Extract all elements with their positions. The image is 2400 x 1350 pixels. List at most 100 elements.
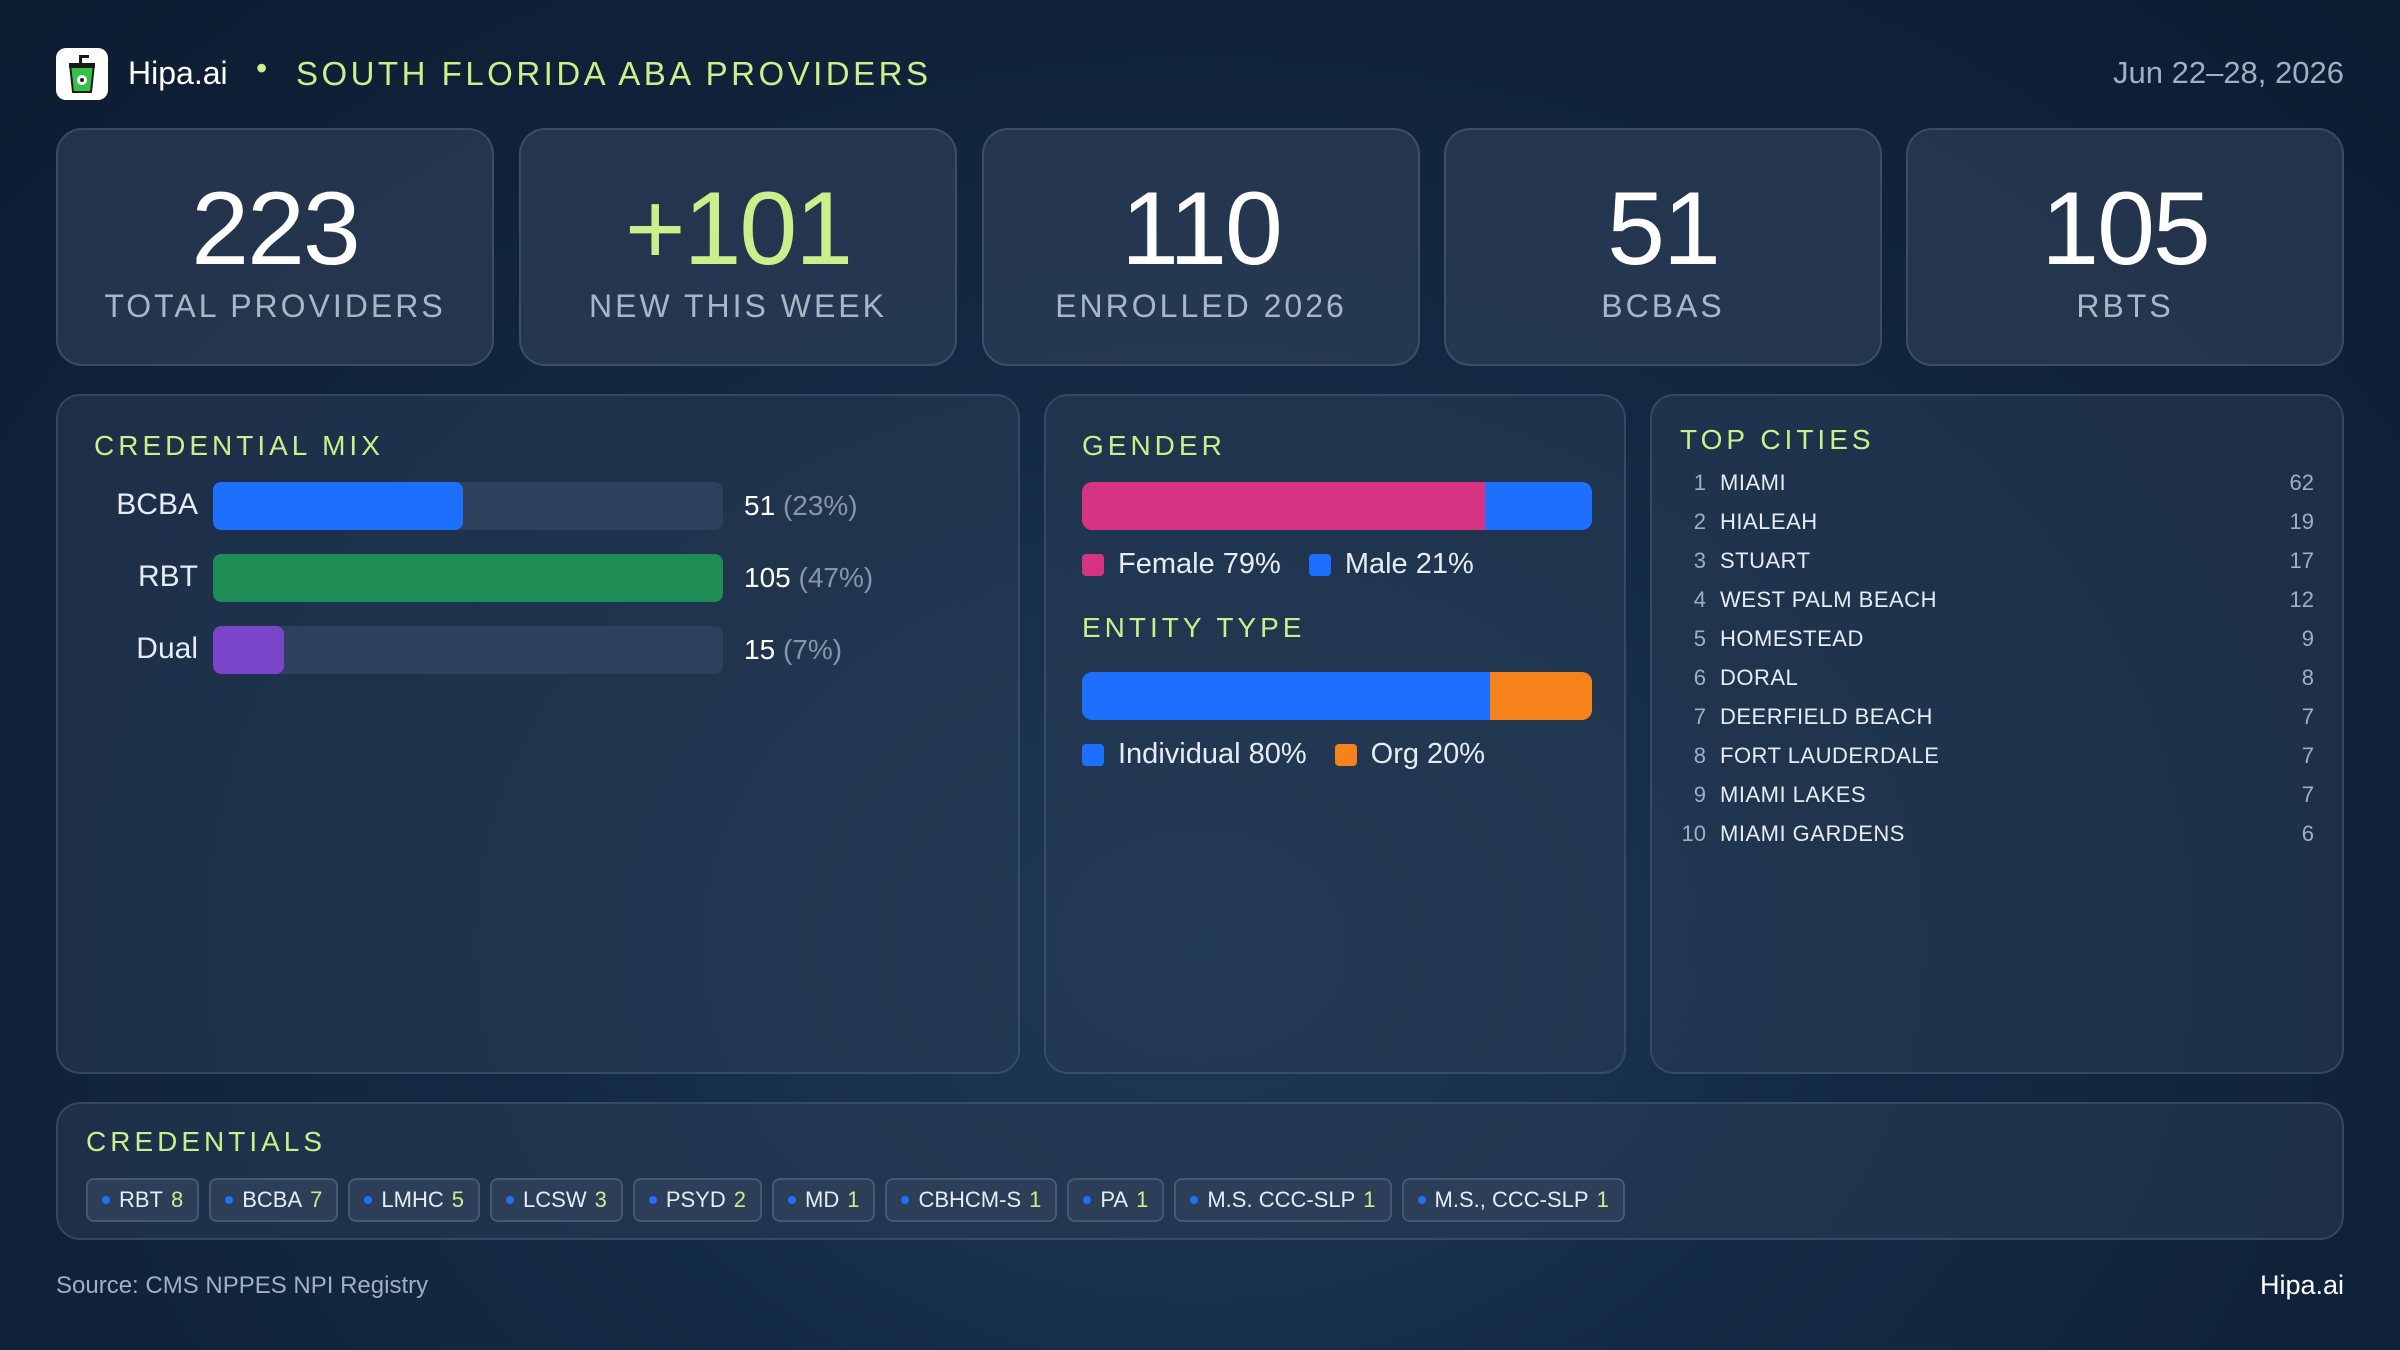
city-count: 7 (2301, 782, 2314, 807)
city-name: STUART (1720, 548, 1811, 573)
city-rank: 7 (1693, 704, 1706, 729)
city-row: 10 MIAMI GARDENS 6 (1680, 821, 2314, 851)
top-cities-panel: TOP CITIES 1 MIAMI 62 2 HIALEAH 19 3 STUART 17 4 W… (1650, 394, 2344, 1074)
chip-count: 1 (1136, 1187, 1149, 1212)
city-row: 3 STUART 17 (1680, 548, 2314, 578)
logo-icon (56, 48, 108, 100)
chip-label: M.S. CCC-SLP (1207, 1187, 1356, 1212)
credential-chip: RBT 8 (86, 1178, 200, 1222)
stat-label: TOTAL PROVIDERS (104, 288, 446, 324)
mix-fill (213, 482, 463, 530)
city-count: 8 (2301, 665, 2314, 690)
dot-icon (788, 1196, 796, 1204)
credential-chip-list: RBT 8 BCBA 7 LMHC 5 LCSW 3 PSYD 2 MD 1 CBHCM-S 1 PA 1 M.… (86, 1178, 1635, 1222)
credential-chip: PA 1 (1067, 1178, 1165, 1222)
city-row: 6 DORAL 8 (1680, 665, 2314, 695)
chip-label: M.S., CCC-SLP (1434, 1187, 1589, 1212)
city-row: 5 HOMESTEAD 9 (1680, 626, 2314, 656)
city-name: MIAMI LAKES (1720, 782, 1867, 807)
city-rank: 9 (1693, 782, 1706, 807)
dot-icon (225, 1196, 234, 1204)
bar-segment (1490, 672, 1592, 720)
credential-chip: PSYD 2 (632, 1178, 762, 1222)
legend-item-individual: Individual 80% (1082, 738, 1307, 771)
legend-swatch (1334, 743, 1357, 766)
city-row: 7 DEERFIELD BEACH 7 (1680, 704, 2314, 734)
city-name: HIALEAH (1720, 509, 1818, 534)
stat-card-enrolled-2026: 110 ENROLLED 2026 (982, 128, 1420, 366)
city-name: FORT LAUDERDALE (1720, 743, 1940, 768)
chip-label: BCBA (242, 1187, 303, 1212)
credential-chip: M.S. CCC-SLP 1 (1174, 1178, 1392, 1222)
stat-card-bcbas: 51 BCBAS (1444, 128, 1882, 366)
city-count: 17 (2289, 548, 2314, 573)
entity-type-legend: Individual 80% Org 20% (1082, 738, 1513, 771)
stat-value: 51 (1607, 171, 1721, 287)
city-count: 9 (2301, 626, 2314, 651)
chip-count: 1 (1029, 1187, 1042, 1212)
bar-segment (1082, 672, 1490, 720)
legend-item-female: Female 79% (1082, 548, 1281, 581)
city-row: 4 WEST PALM BEACH 12 (1680, 587, 2314, 617)
dot-icon (648, 1196, 657, 1204)
chip-count: 7 (310, 1187, 323, 1212)
chip-label: PSYD (665, 1187, 726, 1212)
dot-icon (102, 1196, 110, 1204)
page-title: SOUTH FLORIDA ABA PROVIDERS (296, 55, 932, 92)
city-count: 6 (2301, 821, 2314, 846)
city-row: 1 MIAMI 62 (1680, 470, 2314, 500)
city-name: MIAMI GARDENS (1720, 821, 1905, 846)
chip-label: CBHCM-S (918, 1187, 1022, 1212)
date-range: Jun 22–28, 2026 (2113, 55, 2344, 90)
dot-icon (901, 1196, 910, 1204)
city-name: WEST PALM BEACH (1720, 587, 1937, 612)
gender-bar (1082, 482, 1592, 530)
dot-icon (1417, 1196, 1426, 1204)
gender-legend: Female 79% Male 21% (1082, 548, 1502, 581)
mix-label: Dual (136, 632, 198, 665)
mix-track (213, 626, 723, 674)
mix-value: 105 (47%) (744, 562, 874, 593)
dot-icon (1083, 1196, 1092, 1204)
mix-label: RBT (138, 560, 198, 593)
chip-count: 1 (1363, 1187, 1376, 1212)
chip-label: MD (805, 1187, 840, 1212)
gender-entity-panel: GENDER Female 79% Male 21% ENTITY TYPE I… (1044, 394, 1626, 1074)
city-rank: 10 (1681, 821, 1706, 846)
mix-track (213, 482, 723, 530)
city-rank: 1 (1693, 470, 1706, 495)
credential-chip: CBHCM-S 1 (885, 1178, 1058, 1222)
city-rank: 3 (1693, 548, 1706, 573)
chip-label: LCSW (523, 1187, 587, 1212)
city-name: HOMESTEAD (1720, 626, 1864, 651)
stat-value: 105 (2041, 171, 2211, 287)
panel-title: CREDENTIAL MIX (94, 430, 384, 461)
city-count: 62 (2289, 470, 2314, 495)
brand-name: Hipa.ai (128, 55, 228, 91)
stat-label: BCBAS (1601, 288, 1725, 324)
chip-label: LMHC (381, 1187, 444, 1212)
legend-item-org: Org 20% (1334, 738, 1485, 771)
credential-mix-panel: CREDENTIAL MIX BCBA 51 (23%) RBT 105 (47… (56, 394, 1020, 1074)
city-rank: 5 (1693, 626, 1706, 651)
mix-track (213, 554, 723, 602)
dot-icon (1190, 1196, 1199, 1204)
credentials-panel: CREDENTIALS RBT 8 BCBA 7 LMHC 5 LCSW 3 PSYD 2 MD 1 C… (56, 1102, 2344, 1240)
stat-value: 110 (1121, 171, 1283, 287)
dot-icon (506, 1196, 515, 1204)
chip-count: 2 (733, 1187, 746, 1212)
stat-label: NEW THIS WEEK (589, 288, 887, 324)
legend-swatch (1082, 553, 1104, 576)
city-rank: 4 (1693, 587, 1706, 612)
stat-value: +101 (624, 171, 853, 287)
credential-chip: BCBA 7 (209, 1178, 339, 1222)
bar-segment (1484, 482, 1592, 530)
mix-row-rbt: RBT 105 (47%) (58, 554, 1018, 602)
legend-item-male: Male 21% (1308, 548, 1474, 581)
city-name: DEERFIELD BEACH (1720, 704, 1933, 729)
credential-chip: MD 1 (772, 1178, 876, 1222)
mix-value: 51 (23%) (744, 490, 858, 521)
header-separator: • (256, 50, 268, 86)
mix-label: BCBA (116, 488, 198, 521)
entity-type-bar (1082, 672, 1592, 720)
